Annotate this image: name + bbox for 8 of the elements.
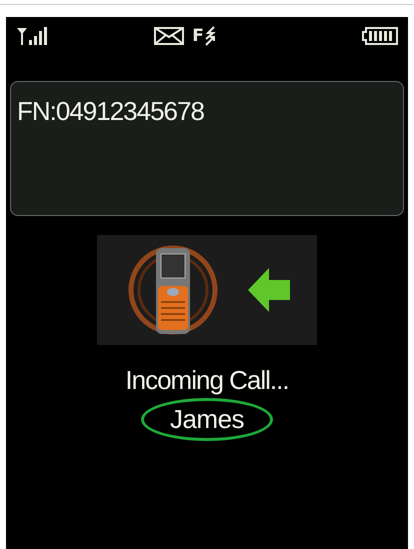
envelope-icon [154,26,184,44]
call-forward-indicator: F [192,26,216,46]
caller-name: James [140,398,274,441]
left-arrow-icon [247,267,291,313]
signal-icon [16,26,48,46]
phone-number: FN:04912345678 [17,96,204,126]
call-status: Incoming Call... [125,365,289,396]
battery-icon [362,26,398,44]
